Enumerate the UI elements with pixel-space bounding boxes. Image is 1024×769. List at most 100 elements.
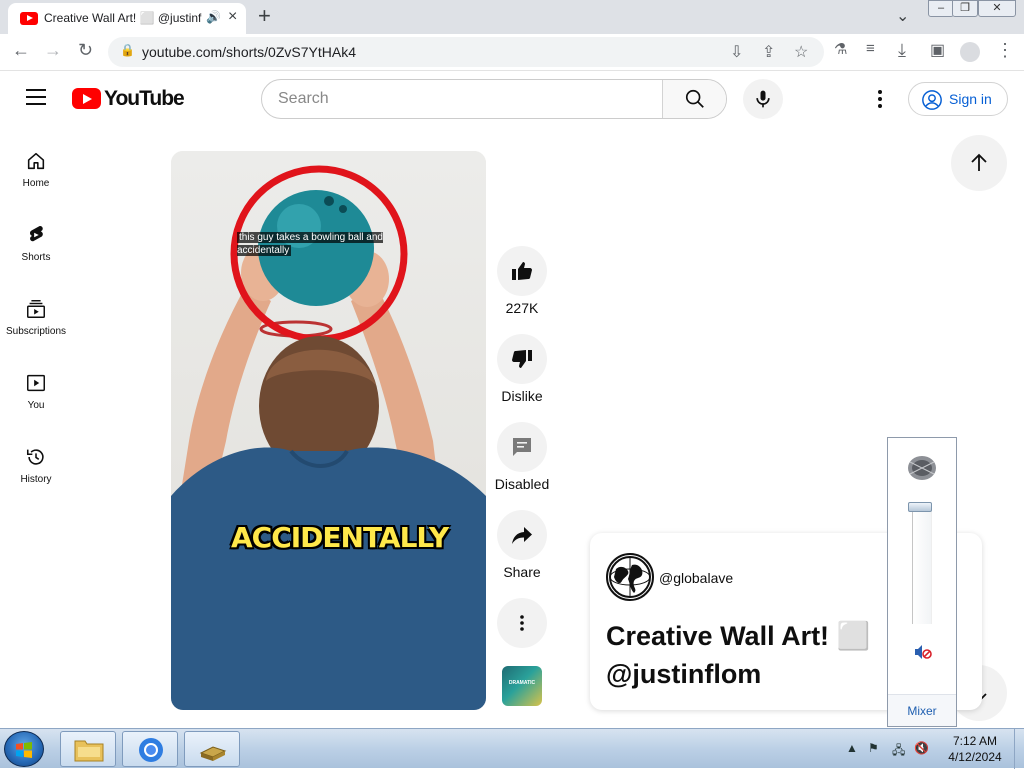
speaker-muted-icon[interactable] [914,644,932,660]
browser-toolbar: ← → ↻ 🔒 youtube.com/shorts/0ZvS7YtHAk4 ⇩… [0,34,1024,71]
video-caption-big: ACCIDENTALLY [231,521,449,554]
mixer-link[interactable]: Mixer [888,694,956,726]
nav-shorts-label: Shorts [21,252,51,263]
share-label: Share [503,564,541,580]
window-restore-button[interactable]: ❐ [952,0,978,17]
nav-shorts[interactable]: Shorts [0,224,72,298]
sign-in-label: Sign in [949,91,992,107]
previous-short-button[interactable] [951,135,1007,191]
taskbar-file-explorer[interactable] [60,731,116,767]
window-close-button[interactable]: ✕ [978,0,1016,17]
nav-home-label: Home [22,178,50,189]
lock-icon[interactable]: 🔒 [120,43,135,57]
clock-date: 4/12/2024 [948,750,1002,764]
tray-network-icon[interactable]: 🖧 [892,741,905,762]
tray-volume-muted-icon[interactable]: 🔇 [914,741,929,755]
browser-tab[interactable]: Creative Wall Art! ⬜ @justinflom 🔊 × [8,3,246,34]
search-icon [685,89,704,108]
address-bar[interactable]: 🔒 youtube.com/shorts/0ZvS7YtHAk4 ⇩ ⇪ ☆ [108,37,824,67]
tray-action-center-flag-icon[interactable]: ⚑ [868,741,879,755]
youtube-logo-text: YouTube [104,87,185,110]
nav-home[interactable]: Home [0,150,72,224]
channel-avatar[interactable] [606,553,654,601]
window-minimize-button[interactable]: – [928,0,954,17]
tab-search-chevron-icon[interactable]: ⌄ [896,6,909,26]
share-button[interactable] [497,510,547,560]
youtube-play-icon [72,88,101,109]
labs-flask-icon[interactable]: ⚗ [834,40,847,58]
taskbar-chrome[interactable] [122,731,178,767]
like-count: 227K [505,300,539,316]
search-button[interactable] [662,80,726,118]
dislike-button[interactable] [497,334,547,384]
account-circle-icon [922,90,942,110]
more-actions-button[interactable] [497,598,547,648]
short-video-player[interactable]: this guy takes a bowling ball and accide… [171,151,486,710]
arrow-up-icon [971,153,987,171]
new-tab-button[interactable]: + [258,3,271,29]
youtube-favicon-icon [20,12,38,25]
home-icon [27,152,45,170]
share-page-icon[interactable]: ⇪ [762,42,775,62]
thumbs-up-icon [512,262,532,280]
mixer-label[interactable]: Mixer [888,704,956,718]
show-desktop-button[interactable] [1014,729,1024,769]
share-arrow-icon [512,527,532,544]
windows-logo-icon [16,742,32,758]
folder-icon [74,740,104,762]
start-button[interactable] [4,731,44,767]
search-input[interactable]: Search [278,90,329,108]
guide-menu-icon[interactable] [26,89,46,105]
youtube-logo[interactable]: YouTube [72,87,185,111]
media-queue-icon[interactable]: ≡ [866,40,875,57]
like-button[interactable] [497,246,547,296]
nav-you-label: You [27,400,45,411]
short-title: Creative Wall Art! ⬜ @justinflom [606,621,871,689]
forward-arrow-icon[interactable]: → [44,40,62,61]
tab-audio-icon[interactable]: 🔊 [206,10,221,24]
bookmark-star-icon[interactable]: ☆ [794,42,808,62]
subscriptions-icon [27,300,45,318]
comments-disabled-label: Disabled [494,476,550,492]
search-box[interactable]: Search [261,79,727,119]
tab-title: Creative Wall Art! ⬜ @justinflom [44,11,202,25]
channel-handle[interactable]: @globalave [659,570,733,586]
side-panel-icon[interactable]: ▣ [930,40,945,60]
sound-thumbnail-text: DRAMATIC [508,680,536,686]
settings-kebab-icon[interactable] [872,87,888,111]
nav-history-label: History [20,474,52,485]
microphone-icon [756,90,770,108]
sound-thumbnail[interactable]: DRAMATIC [502,666,542,706]
globe-icon [609,556,651,598]
volume-mixer-popup: Mixer [887,437,957,727]
downloads-icon[interactable]: ⤓ [898,40,906,61]
volume-slider-track[interactable] [912,506,932,624]
profile-avatar-icon[interactable] [960,42,980,62]
sign-in-button[interactable]: Sign in [908,82,1008,116]
install-app-icon[interactable]: ⇩ [730,42,743,62]
books-icon [199,746,227,761]
tray-show-hidden-icon[interactable]: ▲ [846,741,858,755]
nav-subscriptions[interactable]: Subscriptions [0,298,72,372]
tab-close-icon[interactable]: × [228,8,237,26]
comments-button[interactable] [497,422,547,472]
nav-history[interactable]: History [0,446,72,520]
taskbar-clock[interactable]: 7:12 AM 4/12/2024 [940,733,1010,765]
video-caption-small: this guy takes a bowling ball and accide… [237,232,383,256]
clock-time: 7:12 AM [952,734,998,748]
youtube-header: YouTube Search Sign in [0,71,1024,127]
thumbs-down-icon [512,350,532,368]
dislike-label: Dislike [501,388,543,404]
url-text[interactable]: youtube.com/shorts/0ZvS7YtHAk4 [142,44,356,60]
shorts-icon [29,226,43,242]
more-vert-icon [520,615,524,631]
voice-search-button[interactable] [743,79,783,119]
taskbar-app[interactable] [184,731,240,767]
nav-you[interactable]: You [0,372,72,446]
browser-menu-icon[interactable]: ⋮ [996,40,1014,61]
comment-icon [513,438,531,456]
speaker-device-icon[interactable] [906,452,938,484]
volume-slider-thumb[interactable] [908,502,932,512]
back-arrow-icon[interactable]: ← [12,40,30,61]
reload-icon[interactable]: ↻ [78,40,93,61]
